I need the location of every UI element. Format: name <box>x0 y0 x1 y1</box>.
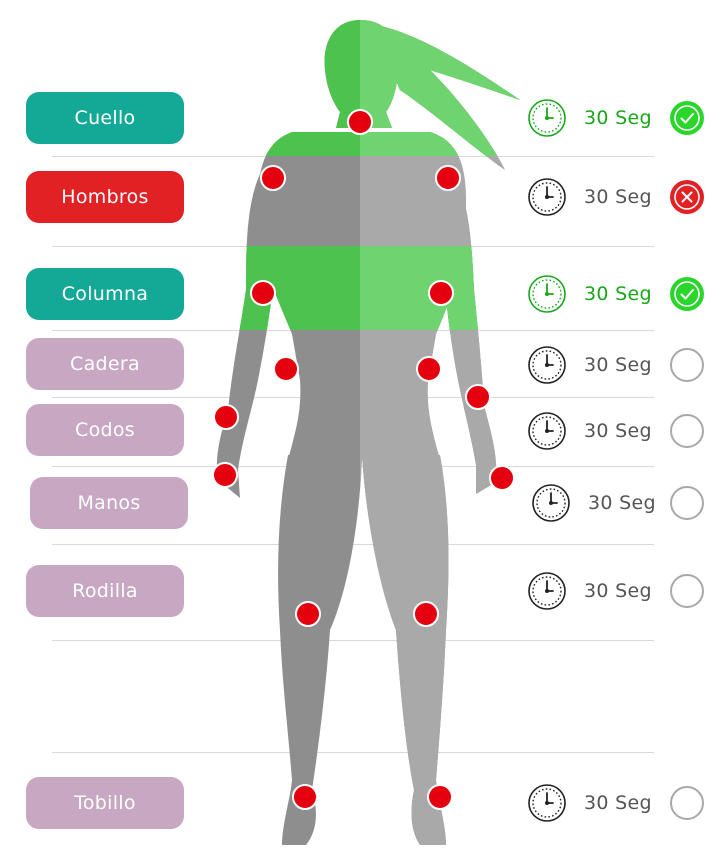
timer-label: 30 Seg <box>584 792 652 814</box>
clock-icon <box>528 412 566 450</box>
timer-label: 30 Seg <box>584 283 652 305</box>
timer-tobillo: 30 Seg <box>527 782 652 824</box>
clock-icon <box>532 484 570 522</box>
joint-marker-right-knee <box>413 601 439 627</box>
clock-icon <box>528 178 566 216</box>
empty-circle-icon[interactable] <box>669 485 705 521</box>
timer-hombros: 30 Seg <box>527 176 652 218</box>
empty-circle-icon[interactable] <box>669 785 705 821</box>
empty-circle-icon[interactable] <box>669 413 705 449</box>
check-circle-icon[interactable] <box>669 276 705 312</box>
clock-icon <box>528 346 566 384</box>
joint-marker-left-hand <box>212 462 238 488</box>
cadera-button[interactable]: Cadera <box>26 338 184 390</box>
joint-marker-left-hip <box>273 356 299 382</box>
clock-icon <box>528 784 566 822</box>
joint-marker-left-shoulder <box>260 165 286 191</box>
joint-marker-left-knee <box>295 601 321 627</box>
clock-icon <box>528 275 566 313</box>
timer-label: 30 Seg <box>588 492 656 514</box>
timer-label: 30 Seg <box>584 354 652 376</box>
clock-icon <box>528 99 566 137</box>
empty-circle-icon[interactable] <box>669 347 705 383</box>
clock-icon <box>528 572 566 610</box>
timer-cadera: 30 Seg <box>527 344 652 386</box>
joint-marker-right-elbow <box>428 280 454 306</box>
check-circle-icon[interactable] <box>669 100 705 136</box>
joint-marker-left-ankle <box>292 784 318 810</box>
joint-marker-right-hand <box>489 465 515 491</box>
timer-cuello: 30 Seg <box>527 97 652 139</box>
joint-marker-right-hip <box>416 356 442 382</box>
joint-marker-right-shoulder <box>435 165 461 191</box>
x-circle-icon[interactable] <box>669 179 705 215</box>
hombros-button[interactable]: Hombros <box>26 171 184 223</box>
timer-label: 30 Seg <box>584 107 652 129</box>
manos-button[interactable]: Manos <box>30 477 188 529</box>
rodilla-button[interactable]: Rodilla <box>26 565 184 617</box>
timer-columna: 30 Seg <box>527 273 652 315</box>
timer-label: 30 Seg <box>584 186 652 208</box>
timer-label: 30 Seg <box>584 420 652 442</box>
columna-button[interactable]: Columna <box>26 268 184 320</box>
joint-marker-right-ankle <box>427 784 453 810</box>
joint-marker-left-wrist <box>213 404 239 430</box>
joint-marker-left-elbow <box>250 280 276 306</box>
cuello-button[interactable]: Cuello <box>26 92 184 144</box>
joint-marker-neck <box>347 109 373 135</box>
tobillo-button[interactable]: Tobillo <box>26 777 184 829</box>
timer-rodilla: 30 Seg <box>527 570 652 612</box>
timer-codos: 30 Seg <box>527 410 652 452</box>
codos-button[interactable]: Codos <box>26 404 184 456</box>
joint-marker-right-wrist <box>465 384 491 410</box>
timer-manos: 30 Seg <box>531 482 656 524</box>
empty-circle-icon[interactable] <box>669 573 705 609</box>
timer-label: 30 Seg <box>584 580 652 602</box>
